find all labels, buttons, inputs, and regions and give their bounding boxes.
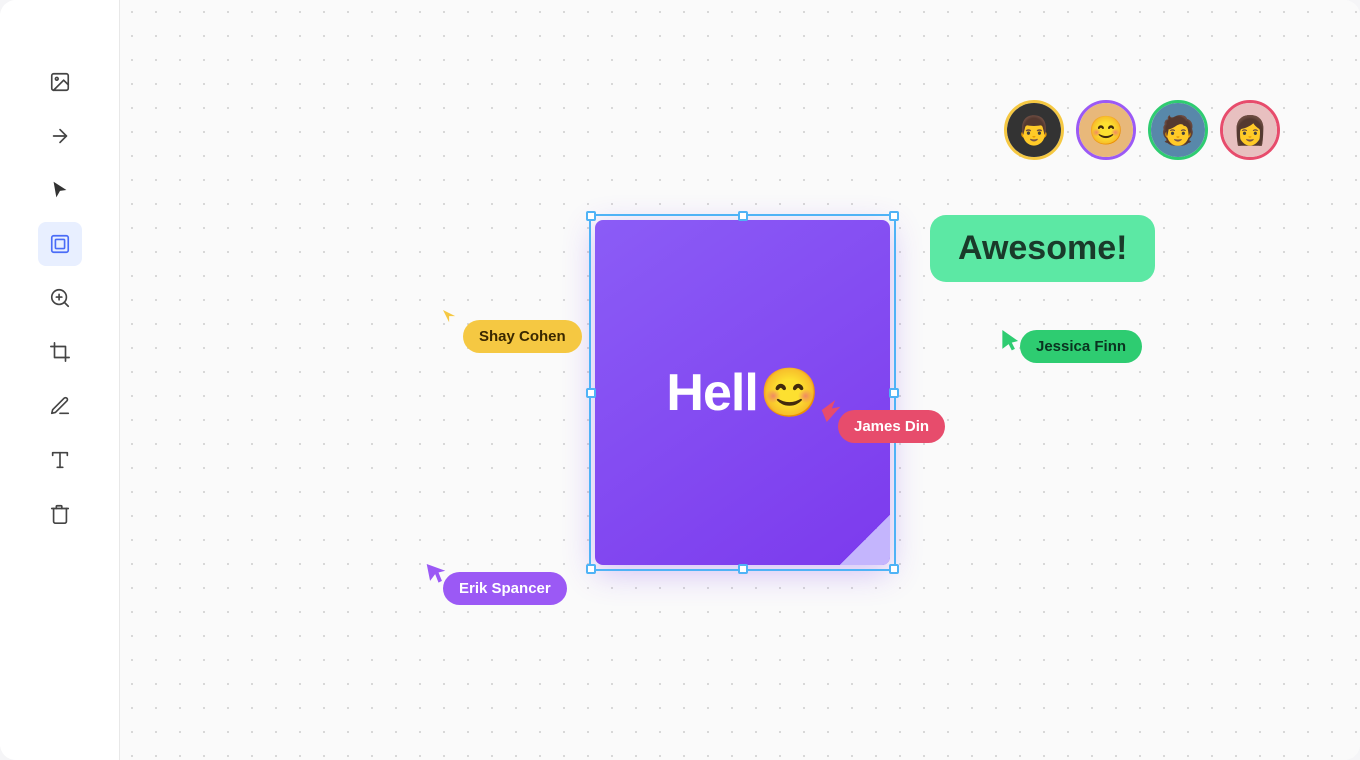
image-tool[interactable]	[38, 60, 82, 104]
sidebar	[0, 0, 120, 760]
hello-card[interactable]: Hell😊	[595, 220, 890, 565]
pen-icon	[49, 395, 71, 417]
card-emoji: 😊	[760, 364, 819, 421]
text-tool[interactable]	[38, 438, 82, 482]
handle-tr[interactable]	[889, 211, 899, 221]
cursor-name-jessica: Jessica Finn	[1036, 338, 1126, 355]
select-tool[interactable]	[38, 168, 82, 212]
cursor-label-shay: Shay Cohen	[463, 320, 582, 353]
awesome-text: Awesome!	[958, 229, 1127, 267]
zoom-tool[interactable]	[38, 276, 82, 320]
avatars-bar: 👨 😊 🧑 👩	[1004, 100, 1280, 160]
handle-bm[interactable]	[738, 564, 748, 574]
handle-rm[interactable]	[889, 388, 899, 398]
cursor-icon	[49, 179, 71, 201]
text-icon	[49, 449, 71, 471]
cursor-arrow-shay	[443, 310, 465, 332]
avatar-shay[interactable]: 😊	[1076, 100, 1136, 160]
trash-icon	[49, 503, 71, 525]
avatar-james[interactable]: 👩	[1220, 100, 1280, 160]
avatar-jessica[interactable]: 🧑	[1148, 100, 1208, 160]
cursor-name-erik: Erik Spancer	[459, 580, 551, 597]
arrow-icon	[49, 125, 71, 147]
card-text: Hell	[666, 363, 757, 423]
zoom-icon	[49, 287, 71, 309]
crop-tool[interactable]	[38, 330, 82, 374]
card-content: Hell😊	[666, 363, 818, 423]
image-icon	[49, 71, 71, 93]
cursor-label-erik: Erik Spancer	[443, 572, 567, 605]
handle-bl[interactable]	[586, 564, 596, 574]
handle-br[interactable]	[889, 564, 899, 574]
app-container: 👨 😊 🧑 👩 Awesome!	[0, 0, 1360, 760]
avatar-erik[interactable]: 👨	[1004, 100, 1064, 160]
crop-icon	[49, 341, 71, 363]
arrow-tool[interactable]	[38, 114, 82, 158]
canvas[interactable]: 👨 😊 🧑 👩 Awesome!	[120, 0, 1360, 760]
cursor-label-jessica: Jessica Finn	[1020, 330, 1142, 363]
frame-icon	[49, 233, 71, 255]
cursor-name-james: James Din	[854, 418, 929, 435]
pen-tool[interactable]	[38, 384, 82, 428]
frame-tool[interactable]	[38, 222, 82, 266]
delete-tool[interactable]	[38, 492, 82, 536]
cursor-name-shay: Shay Cohen	[479, 328, 566, 345]
handle-tl[interactable]	[586, 211, 596, 221]
awesome-bubble: Awesome!	[930, 215, 1155, 282]
cursor-arrow-jessica	[1000, 330, 1022, 352]
cursor-label-james: James Din	[838, 410, 945, 443]
